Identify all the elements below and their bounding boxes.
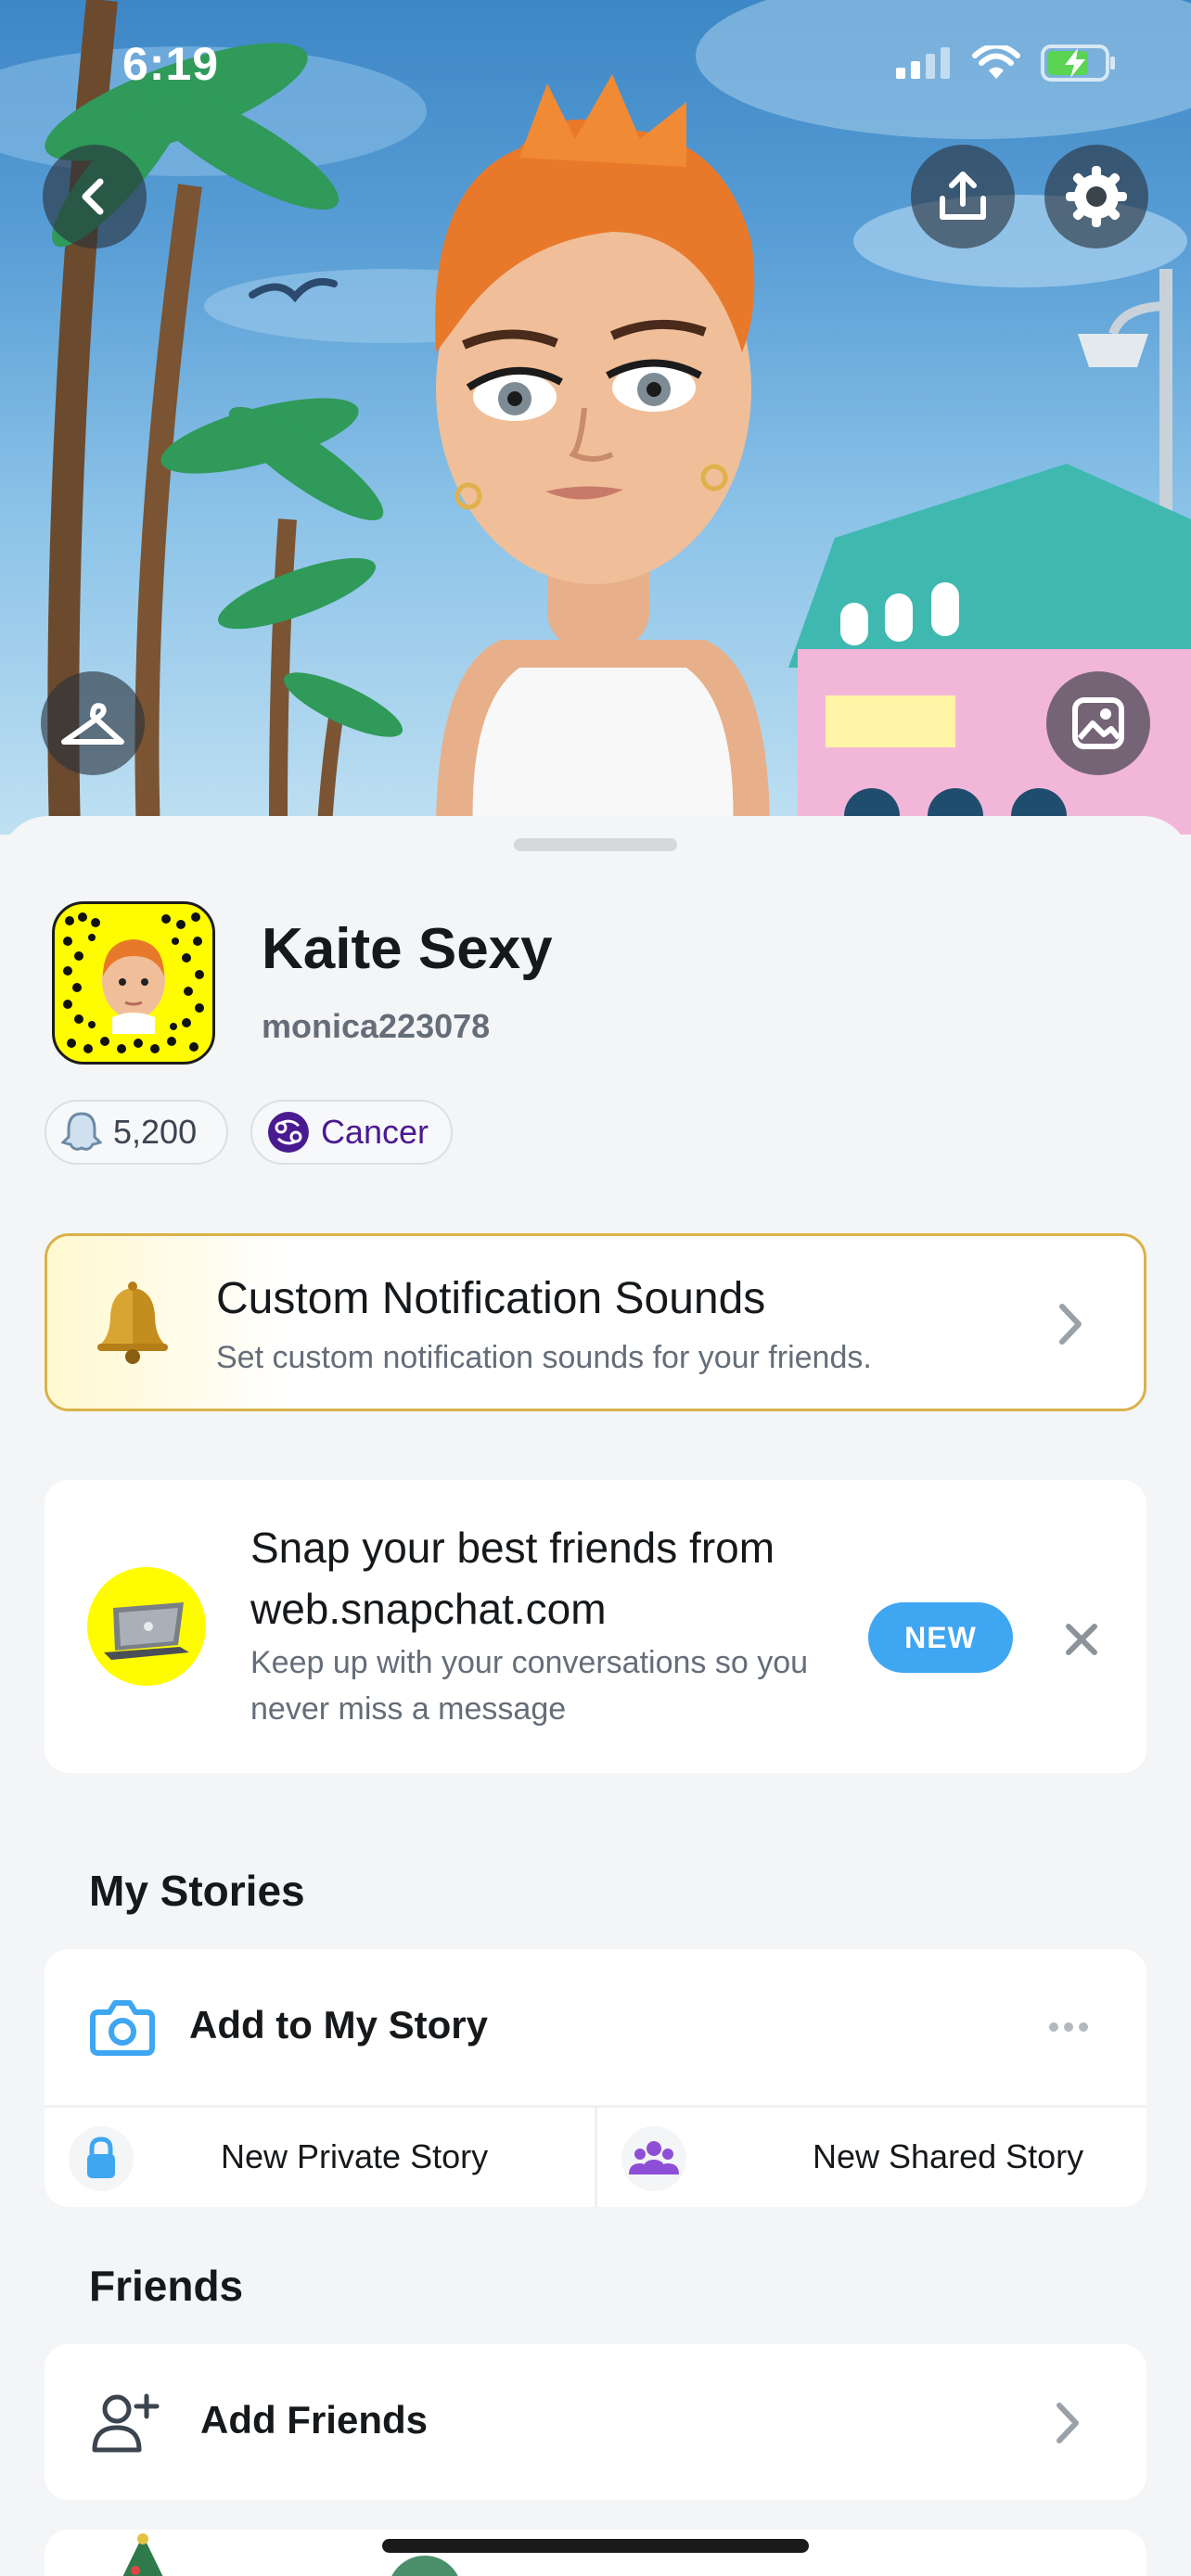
next-card-partial[interactable]: [45, 2530, 1146, 2576]
partial-avatar: [388, 2556, 462, 2576]
promo-icon-circle: [87, 1567, 206, 1686]
snapcode[interactable]: [52, 901, 215, 1065]
promo-title: Snap your best friends from web.snapchat…: [250, 1524, 775, 1633]
username: monica223078: [262, 1007, 491, 1045]
add-friend-icon: [92, 2393, 160, 2453]
new-badge: NEW: [868, 1602, 1013, 1673]
add-to-my-story-label: Add to My Story: [189, 2003, 488, 2047]
my-stories-card: Add to My Story New Private Story New Sh…: [45, 1949, 1146, 2207]
add-friends-row[interactable]: Add Friends: [45, 2344, 1146, 2500]
notification-card-title: Custom Notification Sounds: [216, 1274, 766, 1323]
new-shared-story-label: New Shared Story: [813, 2137, 1084, 2175]
chevron-right-icon: [1059, 1304, 1082, 1345]
chevron-left-icon: [82, 178, 104, 215]
ghost-icon: [61, 1112, 102, 1151]
add-friends-label: Add Friends: [200, 2398, 429, 2442]
cancer-zodiac-icon: [267, 1112, 309, 1153]
share-profile-button[interactable]: [911, 145, 1015, 249]
settings-button[interactable]: [1044, 145, 1148, 249]
battery-charging-icon: [1041, 45, 1115, 82]
display-name: Kaite Sexy: [262, 917, 553, 981]
group-icon: [629, 2141, 679, 2174]
new-private-story-button[interactable]: New Private Story: [45, 2108, 595, 2207]
cellular-signal-icon: [896, 47, 950, 79]
more-options-icon[interactable]: [1048, 2021, 1089, 2033]
new-shared-story-button[interactable]: New Shared Story: [597, 2108, 1146, 2207]
share-upload-icon: [940, 172, 986, 220]
bitmoji-hero: 6:19: [0, 0, 1191, 835]
status-time: 6:19: [122, 38, 220, 90]
add-to-my-story-row[interactable]: Add to My Story: [45, 1949, 1146, 2105]
new-private-story-label: New Private Story: [221, 2137, 489, 2175]
image-frame-icon: [1072, 697, 1124, 749]
bitmoji-background-button[interactable]: [1046, 671, 1150, 775]
zodiac-chip[interactable]: Cancer: [250, 1100, 453, 1165]
camera-icon: [90, 2000, 155, 2056]
sheet-grabber[interactable]: [514, 838, 677, 851]
chevron-right-icon: [1057, 2403, 1079, 2443]
promo-subtitle: Keep up with your conversations so you n…: [250, 1645, 809, 1727]
shared-story-icon-bg: [621, 2126, 686, 2191]
snapcode-pattern: [63, 912, 204, 1053]
close-icon[interactable]: [1063, 1621, 1100, 1658]
christmas-tree-icon: [122, 2533, 163, 2576]
hanger-icon: [61, 703, 124, 745]
wifi-icon: [972, 45, 1020, 79]
back-button[interactable]: [43, 145, 147, 249]
lock-icon: [87, 2136, 115, 2178]
snapchat-web-promo-card[interactable]: Snap your best friends from web.snapchat…: [45, 1480, 1146, 1773]
outfit-wardrobe-button[interactable]: [41, 671, 145, 775]
notification-card-subtitle: Set custom notification sounds for your …: [216, 1340, 872, 1375]
friends-heading: Friends: [89, 2262, 244, 2310]
snap-score-value: 5,200: [113, 1113, 198, 1151]
snap-score-chip[interactable]: 5,200: [45, 1100, 228, 1165]
bell-icon: [97, 1282, 168, 1364]
zodiac-label: Cancer: [320, 1113, 429, 1151]
profile-sheet: Kaite Sexy monica223078 5,200 Cancer Cus…: [0, 816, 1191, 2576]
private-story-icon-bg: [69, 2126, 134, 2191]
status-icons: [896, 45, 1117, 82]
my-stories-heading: My Stories: [89, 1867, 305, 1915]
home-indicator: [382, 2539, 809, 2553]
laptop-icon: [104, 1602, 189, 1660]
gear-icon: [1066, 166, 1127, 227]
custom-notification-sounds-card[interactable]: Custom Notification Sounds Set custom no…: [45, 1233, 1146, 1411]
status-bar: 6:19: [0, 0, 1191, 130]
